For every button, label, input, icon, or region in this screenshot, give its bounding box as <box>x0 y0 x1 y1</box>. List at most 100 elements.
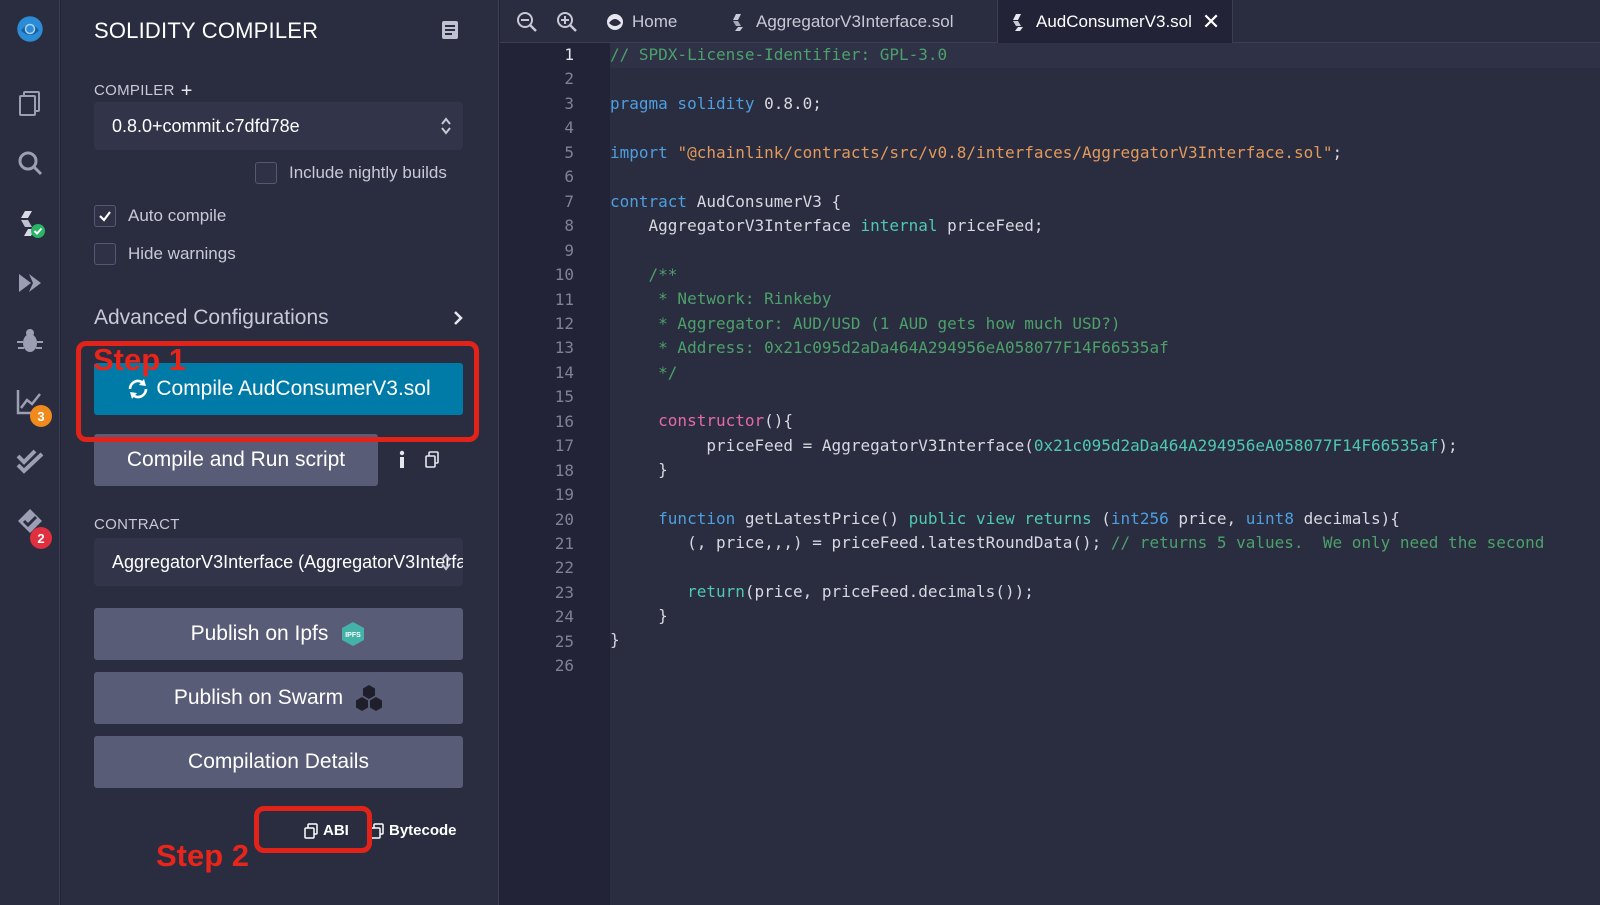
code-line-8: AggregatorV3Interface internal priceFeed… <box>610 216 1044 235</box>
include-nightly-checkbox[interactable] <box>255 162 277 184</box>
line-number: 6 <box>564 167 574 187</box>
line-number: 1 <box>564 45 574 64</box>
compiler-label-text: COMPILER <box>94 82 175 99</box>
line-number: 24 <box>554 607 574 627</box>
compilation-details-button[interactable]: Compilation Details <box>94 736 463 788</box>
code-text: ); <box>1438 436 1458 455</box>
advanced-configurations-toggle[interactable]: Advanced Configurations <box>94 306 464 330</box>
line-number: 21 <box>554 534 574 553</box>
analysis-badge: 3 <box>30 405 52 427</box>
copy-bytecode-button[interactable]: Bytecode <box>370 822 457 839</box>
publish-swarm-button[interactable]: Publish on Swarm <box>94 672 463 724</box>
code-text: priceFeed; <box>937 216 1044 235</box>
code-comment: * Network: Rinkeby <box>610 289 832 308</box>
code-line-18: } <box>610 460 668 479</box>
code-text: } <box>610 460 668 479</box>
advanced-label: Advanced Configurations <box>94 306 329 329</box>
copy-icon <box>370 822 384 839</box>
step1-annotation: Step 1 <box>93 342 187 377</box>
code-line-10: /** <box>610 265 678 284</box>
compilation-details-label: Compilation Details <box>188 750 369 773</box>
code-comment: // SPDX-License-Identifier: GPL-3.0 <box>610 45 948 64</box>
deploy-run-icon[interactable] <box>9 262 51 304</box>
tab-label: Home <box>632 11 678 31</box>
documentation-icon[interactable] <box>441 20 459 40</box>
include-nightly-row[interactable]: Include nightly builds <box>255 162 447 184</box>
code-line-1: // SPDX-License-Identifier: GPL-3.0 <box>610 45 947 64</box>
tab-label: AudConsumerV3.sol <box>1036 11 1192 31</box>
tab-home[interactable]: Home <box>594 0 689 43</box>
code-keyword: import <box>610 143 668 162</box>
auto-compile-row[interactable]: Auto compile <box>94 205 226 227</box>
code-text: price, <box>1168 509 1246 528</box>
solidity-compiler-panel: SOLIDITY COMPILER COMPILER + 0.8.0+commit… <box>61 0 499 905</box>
code-comment: /** <box>610 265 678 284</box>
code-line-13: * Address: 0x21c095d2aDa464A294956eA0580… <box>610 338 1169 357</box>
code-editor[interactable] <box>610 43 1600 905</box>
code-text: AudConsumerV3 { <box>687 192 842 211</box>
check-icon <box>99 211 111 222</box>
compile-run-script-label: Compile and Run script <box>126 448 346 471</box>
line-number: 14 <box>554 362 574 382</box>
hide-warnings-label: Hide warnings <box>128 244 236 263</box>
auto-compile-label: Auto compile <box>128 206 227 225</box>
code-line-23: return(price, priceFeed.decimals()); <box>610 582 1034 601</box>
copy-icon[interactable] <box>425 451 439 468</box>
solidity-icon <box>1013 13 1023 31</box>
line-number: 4 <box>564 118 574 138</box>
tab-label: AggregatorV3Interface.sol <box>756 11 954 31</box>
code-line-21: (, price,,,) = priceFeed.latestRoundData… <box>610 533 1544 552</box>
auto-compile-checkbox[interactable] <box>94 205 116 227</box>
code-line-7: contract AudConsumerV3 { <box>610 192 841 211</box>
publish-ipfs-button[interactable]: Publish on Ipfs IPFS <box>94 608 463 660</box>
zoom-out-icon[interactable] <box>516 11 538 33</box>
step2-annotation: Step 2 <box>156 838 250 873</box>
publish-ipfs-label: Publish on Ipfs <box>190 622 329 645</box>
editor-tab-bar: Home AggregatorV3Interface.sol AudConsum… <box>500 0 1600 43</box>
info-icon[interactable] <box>397 450 407 470</box>
line-number: 19 <box>554 485 574 505</box>
line-number: 3 <box>564 93 574 113</box>
compiler-label: COMPILER + <box>94 80 193 103</box>
debugger-icon[interactable] <box>9 320 51 362</box>
tab-audconsumerv3[interactable]: AudConsumerV3.sol ✕ <box>997 0 1234 43</box>
add-compiler-plus-icon[interactable]: + <box>181 80 193 102</box>
zoom-in-icon[interactable] <box>556 11 578 33</box>
code-keyword: return <box>610 582 745 601</box>
code-keyword: function <box>610 509 736 528</box>
compiler-version-value: 0.8.0+commit.c7dfd78e <box>112 115 300 136</box>
code-line-25: } <box>610 630 620 649</box>
bytecode-label: Bytecode <box>389 822 457 839</box>
tab-aggregatorv3interface[interactable]: AggregatorV3Interface.sol <box>718 0 966 43</box>
icon-rail: 3 2 <box>0 0 60 905</box>
chevron-right-icon <box>454 311 463 325</box>
code-text: (){ <box>764 411 794 430</box>
code-text: getLatestPrice() <box>735 509 909 528</box>
search-icon[interactable] <box>9 142 51 184</box>
code-text: } <box>610 606 668 625</box>
compiler-version-select[interactable]: 0.8.0+commit.c7dfd78e <box>94 102 463 150</box>
line-number: 7 <box>564 191 574 211</box>
remix-logo-icon[interactable] <box>9 8 51 50</box>
code-text: (, price,,,) = priceFeed.latestRoundData… <box>610 533 1111 552</box>
code-text: } <box>610 630 620 649</box>
line-number: 2 <box>564 69 574 89</box>
code-text: 0.8.0; <box>754 94 822 113</box>
select-arrows-icon <box>441 553 451 571</box>
line-number: 12 <box>554 313 574 333</box>
line-number: 8 <box>564 216 574 236</box>
line-number: 20 <box>554 509 574 529</box>
hide-warnings-row[interactable]: Hide warnings <box>94 243 236 265</box>
hide-warnings-checkbox[interactable] <box>94 243 116 265</box>
double-check-icon[interactable] <box>9 440 51 482</box>
line-number: 22 <box>554 558 574 578</box>
contract-select[interactable]: AggregatorV3Interface (AggregatorV3Inter… <box>94 538 463 586</box>
code-comment: * Address: 0x21c095d2aDa464A294956eA0580… <box>610 338 1169 357</box>
line-number: 18 <box>554 460 574 480</box>
file-explorer-icon[interactable] <box>9 82 51 124</box>
code-modifier: internal <box>860 216 938 235</box>
code-keyword: contract <box>610 192 688 211</box>
solidity-compiler-icon[interactable] <box>9 202 51 244</box>
close-tab-icon[interactable]: ✕ <box>1202 9 1220 35</box>
line-number: 9 <box>564 240 574 260</box>
